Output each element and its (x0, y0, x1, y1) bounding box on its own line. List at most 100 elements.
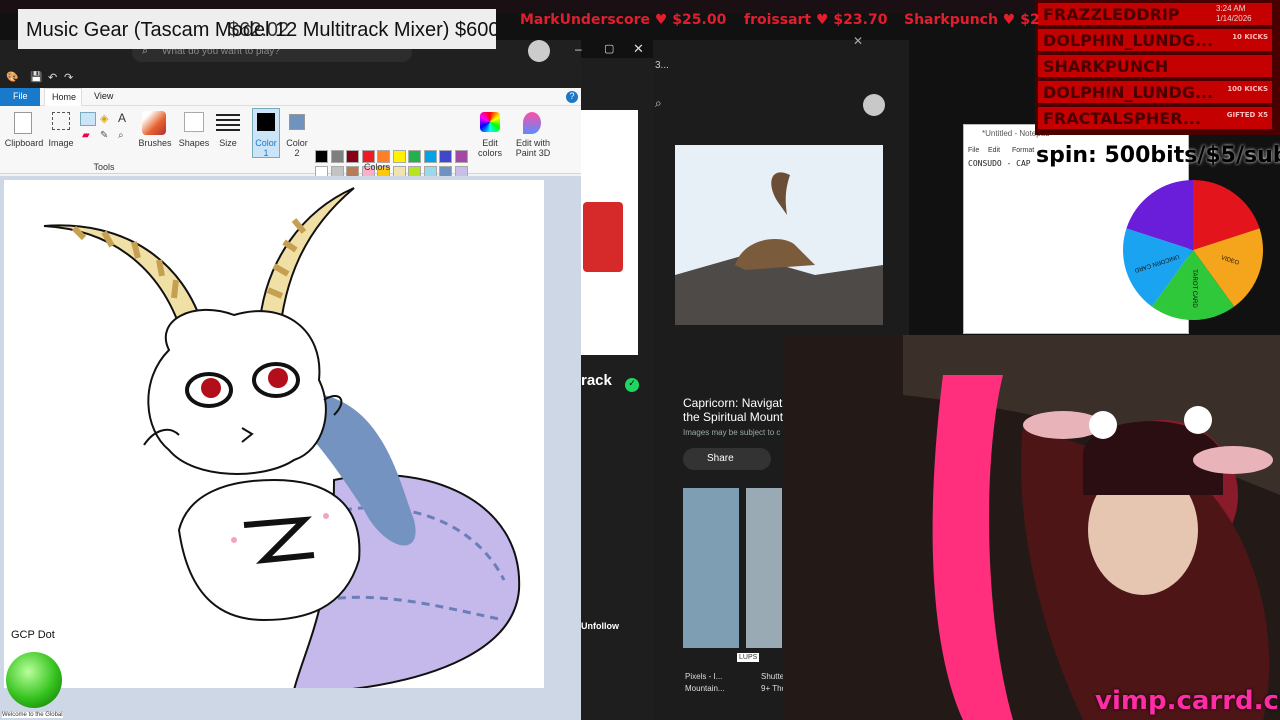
tab-file[interactable]: File (0, 88, 40, 106)
gcp-label: GCP Dot (11, 629, 55, 641)
palette-swatch[interactable] (330, 150, 344, 163)
spin-text: spin: 500bits/$5/sub (1036, 143, 1280, 168)
minimize-icon[interactable]: – (575, 42, 582, 56)
clipboard-icon[interactable] (14, 112, 32, 134)
unfollow-button[interactable]: Unfollow (581, 621, 619, 631)
image-label[interactable]: Image (46, 138, 76, 148)
lens-image-card[interactable] (675, 145, 883, 325)
canvas-area (0, 176, 581, 720)
quick-access-toolbar: 🎨 💾 ↶ ↷ (0, 70, 581, 88)
speaker-icon (583, 202, 623, 272)
help-icon[interactable]: ? (566, 91, 578, 103)
ticker-item: froissart ♥ $23.70 (744, 12, 888, 28)
gcp-footer: Welcome to the Global (2, 712, 63, 718)
palette-swatch[interactable] (423, 150, 437, 163)
color2-swatch[interactable] (289, 114, 305, 130)
paint3d-icon[interactable] (523, 112, 541, 134)
palette-swatch[interactable] (454, 150, 468, 163)
paint-app-icon: 🎨 (6, 72, 19, 83)
shapes-icon[interactable] (184, 112, 204, 132)
ibex-image (675, 145, 883, 325)
left-iris (201, 378, 221, 398)
tab-title: 3... (655, 60, 669, 71)
result-subtitle: Images may be subject to c (683, 428, 781, 437)
share-label: Share (707, 453, 734, 464)
capricorn-drawing (43, 187, 521, 691)
mark-1 (231, 537, 237, 543)
tab-home[interactable]: Home (44, 88, 82, 106)
save-icon[interactable]: 💾 (30, 72, 42, 83)
background-window: rack ✓ Unfollow (581, 58, 653, 720)
alert-name: SHARKPUNCH (1043, 57, 1169, 76)
clipboard-label[interactable]: Clipboard (4, 138, 44, 148)
prize-wheel-svg: VIDEOTAROT CARDUNICORN CARD (1123, 180, 1263, 320)
prize-wheel: VIDEO TAROT CARD UNICORN CARD (1120, 177, 1266, 323)
paint3d-label[interactable]: Edit with Paint 3D (510, 138, 556, 158)
eraser-icon[interactable]: ▰ (82, 130, 90, 141)
alert-tag: 100 KICKS (1227, 85, 1268, 93)
thumbnail-1[interactable] (683, 488, 739, 648)
profile-avatar[interactable] (863, 94, 885, 116)
brushes-label[interactable]: Brushes (136, 138, 174, 148)
color1-swatch (257, 113, 275, 131)
palette-swatch[interactable] (408, 150, 421, 163)
notepad-menu-edit[interactable]: Edit (988, 147, 1000, 154)
alert-tag: GIFTED X5 (1226, 111, 1268, 119)
text-icon[interactable]: A (118, 111, 126, 125)
clock-date: 1/14/2026 (1216, 14, 1252, 23)
notepad-text[interactable]: CONSUDO - CAP (968, 159, 1031, 168)
notepad-menu-file[interactable]: File (968, 147, 979, 154)
ribbon-tabs: File Home View ? (0, 88, 581, 106)
tag-chip: LUPS (737, 653, 760, 662)
edit-colors-label[interactable]: Edit colors (472, 138, 508, 158)
share-button[interactable]: Share (683, 448, 771, 470)
donation-goal: Music Gear (Tascam Model 12 Multitrack M… (18, 9, 496, 49)
size-icon[interactable] (216, 114, 240, 132)
magnifier-icon[interactable]: ⌕ (118, 130, 124, 141)
shapes-label[interactable]: Shapes (176, 138, 212, 148)
tab-view[interactable]: View (94, 91, 113, 101)
ribbon: Clipboard Image ◈ A ▰ ✎ ⌕ Tools Brushes … (0, 106, 581, 179)
color2-label[interactable]: Color 2 (282, 138, 312, 158)
thumbnail-2[interactable] (746, 488, 782, 648)
thumb1-caption: Mountain... (685, 684, 725, 693)
avatar[interactable] (528, 40, 550, 62)
webcam-scene (783, 335, 1280, 720)
brush-icon[interactable] (142, 111, 166, 135)
color1-label: Color 1 (255, 138, 277, 158)
drawing-canvas[interactable] (4, 180, 544, 691)
tab-home-label: Home (52, 92, 77, 102)
result-title-2[interactable]: the Spiritual Mount (683, 410, 783, 424)
result-title-1[interactable]: Capricorn: Navigat (683, 396, 782, 410)
alert-row: SHARKPUNCH (1038, 55, 1272, 77)
tab-file-label: File (13, 91, 28, 101)
torso (177, 478, 361, 622)
ticker-item: MarkUnderscore ♥ $25.00 (520, 12, 727, 28)
select-icon[interactable] (52, 112, 70, 130)
pencil-icon[interactable] (80, 112, 96, 126)
alert-row: DOLPHIN_LUNDG... 10 KICKS (1038, 29, 1272, 51)
maximize-icon[interactable]: ▢ (604, 42, 614, 55)
redo-icon[interactable]: ↷ (64, 71, 73, 84)
search-icon[interactable]: ⌕ (655, 96, 662, 111)
alert-name: FRAZZLEDDRIP (1043, 5, 1180, 24)
music-app-panel (581, 110, 638, 355)
color-picker-icon[interactable]: ✎ (100, 130, 108, 141)
undo-icon[interactable]: ↶ (48, 71, 57, 84)
track-label: rack (581, 372, 612, 389)
browser-close-icon[interactable]: ✕ (853, 34, 863, 48)
alert-tag: 10 KICKS (1232, 33, 1268, 41)
colors-label: Colors (363, 162, 390, 172)
size-label[interactable]: Size (214, 138, 242, 148)
alert-row: FRACTALSPHER... GIFTED X5 (1038, 107, 1272, 129)
close-icon[interactable]: ✕ (633, 41, 644, 57)
clock-time: 3:24 AM (1216, 4, 1246, 13)
head-shape (147, 309, 327, 475)
fill-icon[interactable]: ◈ (100, 112, 108, 125)
edit-colors-icon[interactable] (480, 112, 500, 132)
paint-window: ⌕ What do you want to play? – ▢ ✕ 🎨 💾 ↶ … (0, 40, 644, 720)
palette-swatch[interactable] (315, 150, 328, 163)
mark-2 (323, 513, 329, 519)
notepad-menu-format[interactable]: Format (1012, 147, 1034, 154)
palette-swatch[interactable] (439, 150, 452, 163)
